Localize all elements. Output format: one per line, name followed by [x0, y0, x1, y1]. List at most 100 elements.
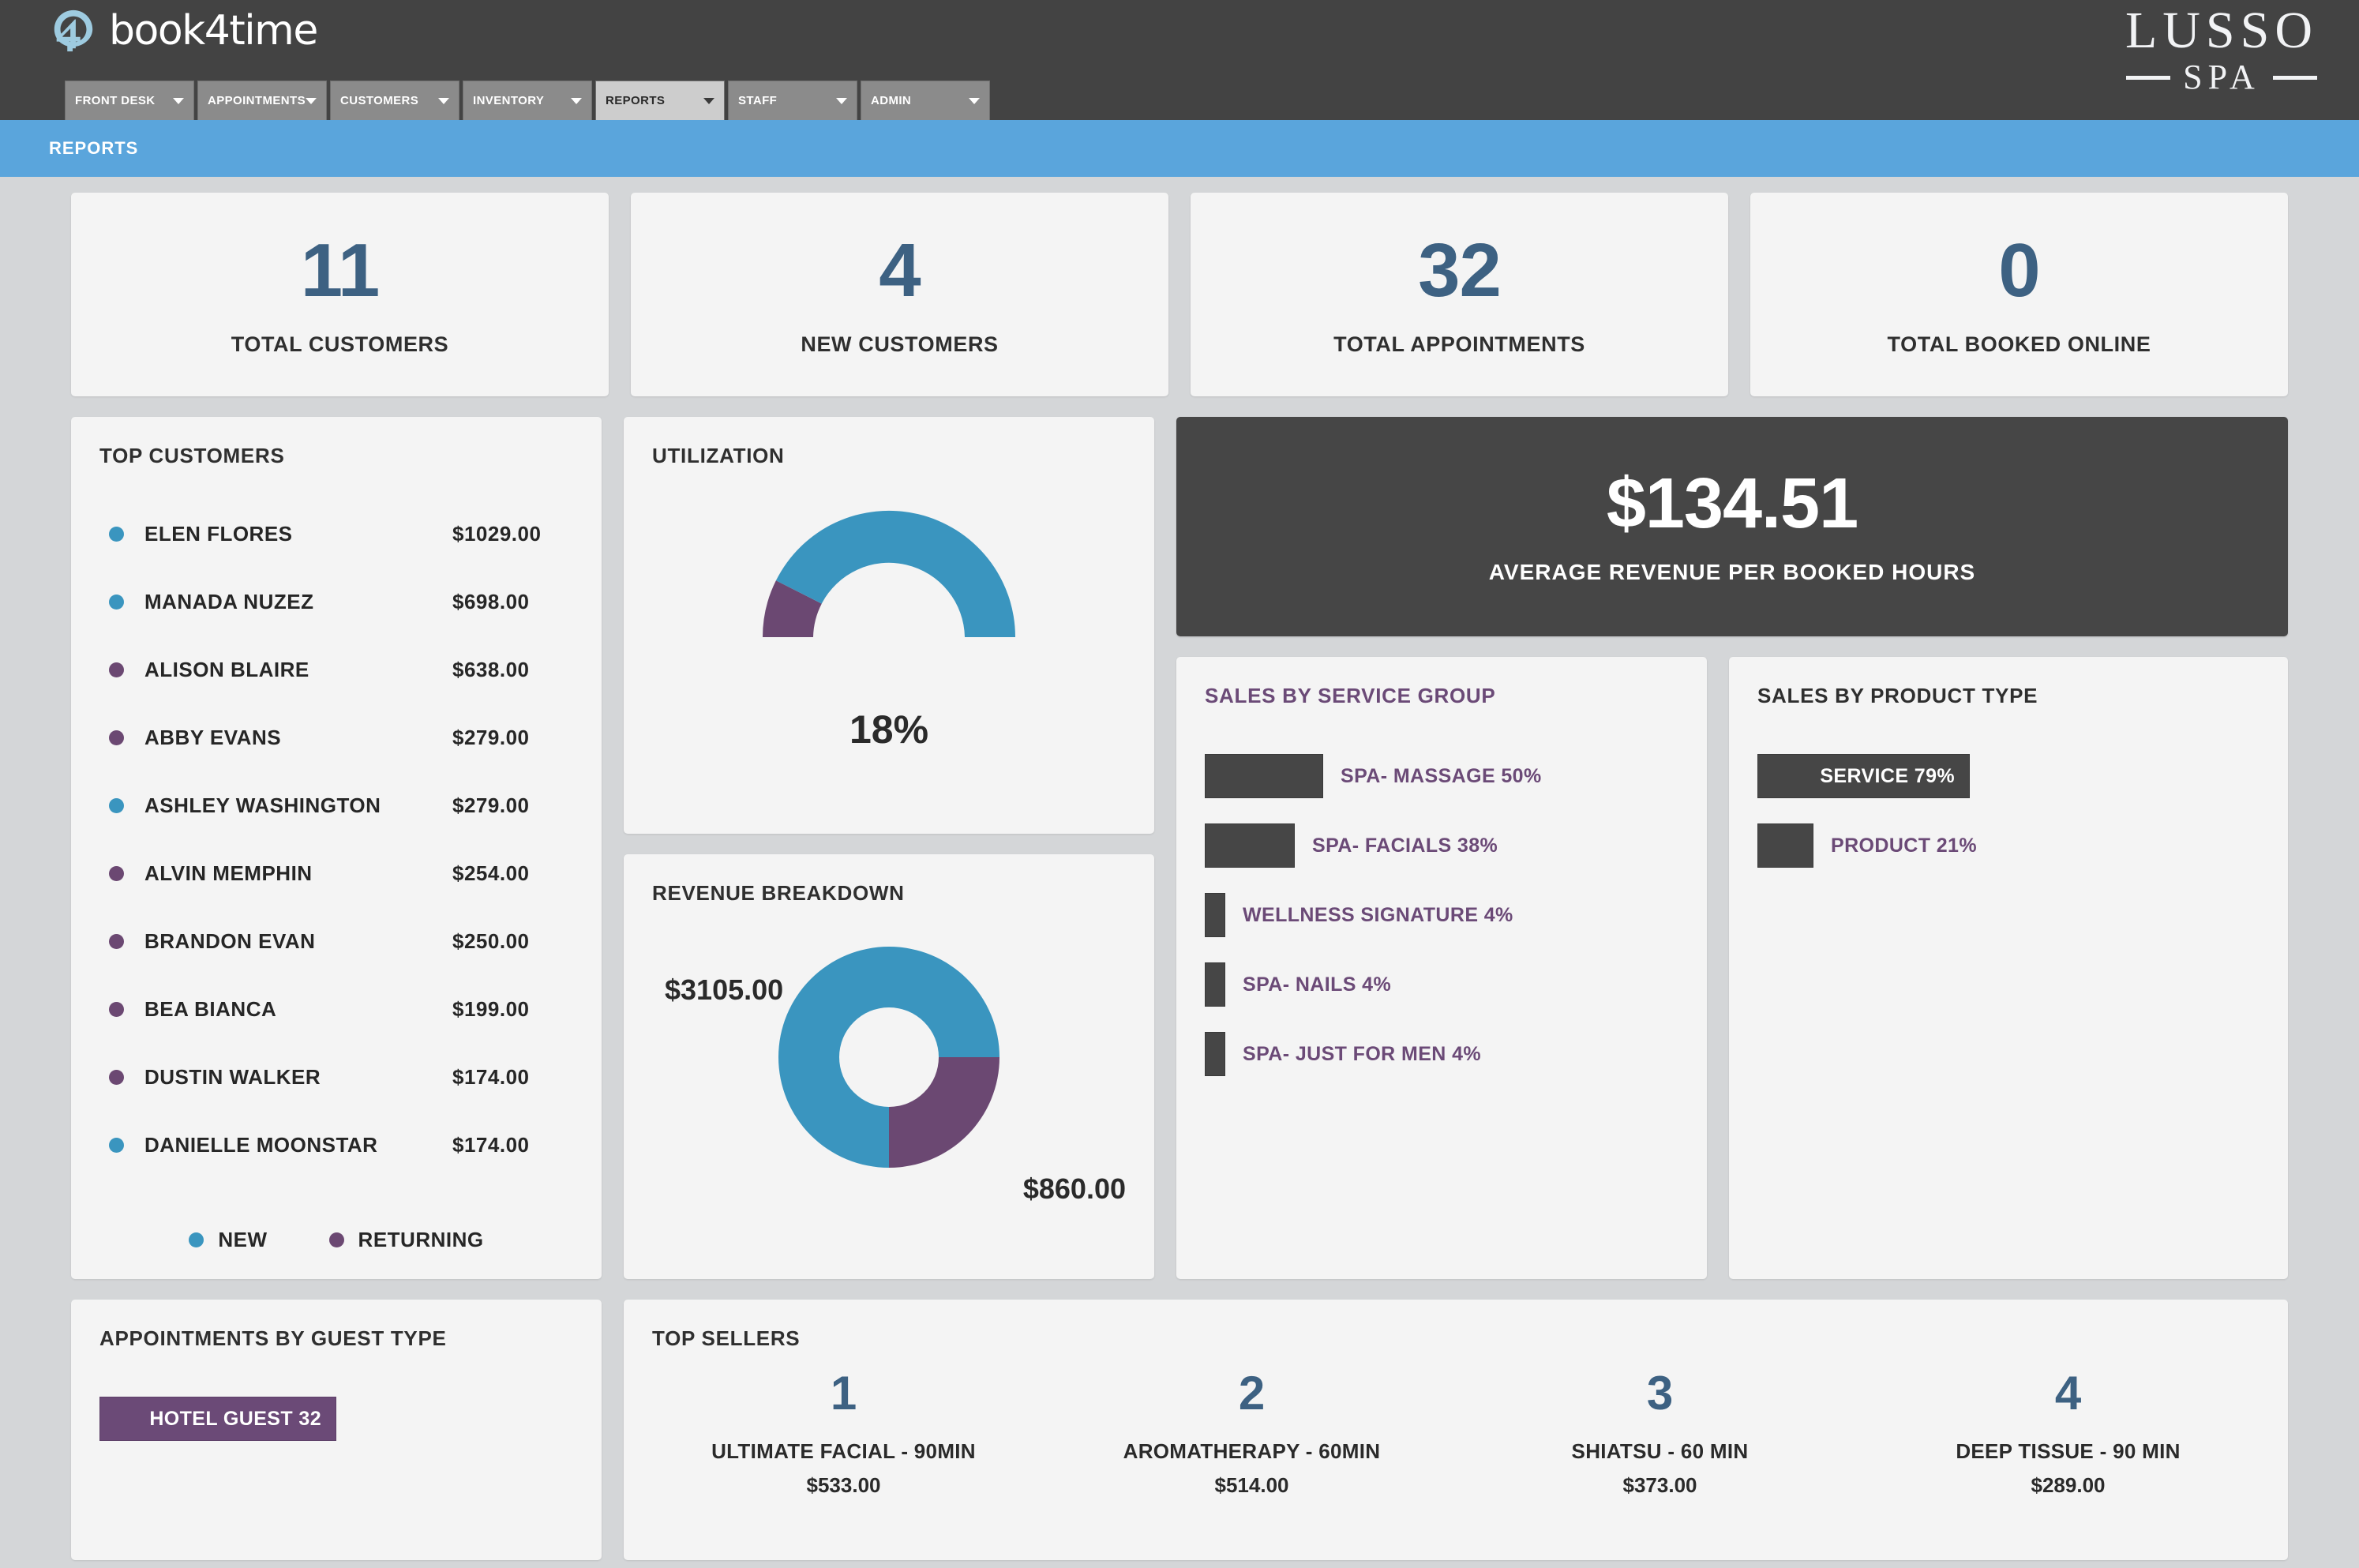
customer-type-dot-icon: [109, 1070, 124, 1085]
top-customers-list: ELEN FLORES$1029.00MANADA NUZEZ$698.00AL…: [71, 468, 602, 1228]
legend-new-dot-icon: [189, 1232, 204, 1247]
average-revenue-card: $134.51 AVERAGE REVENUE PER BOOKED HOURS: [1176, 417, 2288, 636]
customer-amount: $698.00: [452, 590, 529, 614]
bar-row: PRODUCT 21%: [1757, 811, 2260, 880]
kpi-card: 32TOTAL APPOINTMENTS: [1191, 193, 1728, 396]
spa-logo-line2: SPA: [2183, 57, 2260, 98]
customer-type-dot-icon: [109, 730, 124, 745]
customer-row[interactable]: BRANDON EVAN$250.00: [109, 907, 564, 975]
kpi-label: NEW CUSTOMERS: [801, 332, 998, 357]
revenue-label-secondary: $860.00: [1023, 1172, 1126, 1206]
customer-row[interactable]: ELEN FLORES$1029.00: [109, 500, 564, 568]
chevron-down-icon: [571, 98, 582, 104]
top-customers-legend: NEW RETURNING: [71, 1228, 602, 1279]
customer-type-dot-icon: [109, 798, 124, 813]
nav-tab-staff[interactable]: STAFF: [728, 81, 857, 120]
appointments-by-guest-type-card: APPOINTMENTS BY GUEST TYPE HOTEL GUEST 3…: [71, 1300, 602, 1560]
bar-fill: [1757, 823, 1813, 868]
top-seller-name: SHIATSU - 60 MIN: [1456, 1439, 1864, 1464]
customer-row[interactable]: ASHLEY WASHINGTON$279.00: [109, 771, 564, 839]
bar-fill: [1205, 893, 1225, 937]
legend-returning-dot-icon: [329, 1232, 344, 1247]
chevron-down-icon: [306, 98, 317, 104]
sales-by-product-type-card: SALES BY PRODUCT TYPE SERVICE 79% PRODUCT…: [1729, 657, 2288, 1279]
sales-by-product-type-title: SALES BY PRODUCT TYPE: [1729, 657, 2288, 708]
revenue-breakdown-title: REVENUE BREAKDOWN: [624, 854, 1154, 906]
revenue-donut-area: $3105.00 $860.00: [624, 906, 1154, 1245]
customer-row[interactable]: BEA BIANCA$199.00: [109, 975, 564, 1043]
top-sellers-card: TOP SELLERS 1ULTIMATE FACIAL - 90MIN$533…: [624, 1300, 2288, 1560]
customer-amount: $199.00: [452, 997, 529, 1022]
top-seller-price: $514.00: [1048, 1473, 1456, 1498]
bar-row: HOTEL GUEST 32: [99, 1384, 573, 1454]
customer-row[interactable]: DUSTIN WALKER$174.00: [109, 1043, 564, 1111]
customer-row[interactable]: DANIELLE MOONSTAR$174.00: [109, 1111, 564, 1179]
customer-type-dot-icon: [109, 934, 124, 949]
appointments-by-guest-type-title: APPOINTMENTS BY GUEST TYPE: [71, 1300, 602, 1351]
nav-tab-inventory[interactable]: INVENTORY: [463, 81, 592, 120]
sales-by-product-type-bars: SERVICE 79% PRODUCT 21%: [1729, 708, 2288, 880]
customer-amount: $638.00: [452, 658, 529, 682]
breadcrumb-label: REPORTS: [49, 138, 138, 159]
kpi-label: TOTAL BOOKED ONLINE: [1888, 332, 2151, 357]
kpi-value: 4: [879, 233, 920, 309]
top-seller-rank: 1: [639, 1370, 1048, 1417]
nav-tab-appointments[interactable]: APPOINTMENTS: [197, 81, 327, 120]
kpi-label: TOTAL APPOINTMENTS: [1333, 332, 1585, 357]
top-seller-rank: 2: [1048, 1370, 1456, 1417]
book4time-logo-icon: [49, 6, 98, 55]
legend-returning: RETURNING: [329, 1228, 484, 1252]
bar-label: SPA- JUST FOR MEN 4%: [1243, 1043, 1481, 1066]
nav-tab-reports[interactable]: REPORTS: [595, 81, 725, 120]
legend-new: NEW: [189, 1228, 267, 1252]
customer-name: ASHLEY WASHINGTON: [144, 793, 452, 818]
customer-row[interactable]: MANADA NUZEZ$698.00: [109, 568, 564, 636]
brand-logo: book4time: [49, 6, 317, 55]
breadcrumb-bar: REPORTS: [0, 120, 2359, 177]
customer-type-dot-icon: [109, 595, 124, 610]
app-header: book4time LUSSO SPA FRONT DESKAPPOINTMEN…: [0, 0, 2359, 120]
customer-name: ABBY EVANS: [144, 726, 452, 750]
nav-tab-label: STAFF: [738, 94, 836, 107]
customer-name: ALVIN MEMPHIN: [144, 861, 452, 886]
top-seller-item: 4DEEP TISSUE - 90 MIN$289.00: [1864, 1370, 2272, 1498]
top-seller-rank: 3: [1456, 1370, 1864, 1417]
bar-row: SPA- MASSAGE 50%: [1205, 741, 1678, 811]
revenue-breakdown-card: REVENUE BREAKDOWN $3105.00 $860.00: [624, 854, 1154, 1279]
customer-amount: $174.00: [452, 1133, 529, 1157]
customer-row[interactable]: ALVIN MEMPHIN$254.00: [109, 839, 564, 907]
customer-row[interactable]: ALISON BLAIRE$638.00: [109, 636, 564, 703]
revenue-donut-chart: [771, 939, 1007, 1176]
customer-type-dot-icon: [109, 662, 124, 677]
bar-fill: HOTEL GUEST 32: [99, 1397, 336, 1441]
nav-tab-customers[interactable]: CUSTOMERS: [330, 81, 459, 120]
top-sellers-grid: 1ULTIMATE FACIAL - 90MIN$533.002AROMATHE…: [624, 1351, 2288, 1498]
sales-panels-row: SALES BY SERVICE GROUP SPA- MASSAGE 50% S…: [1176, 657, 2288, 1279]
nav-tab-front-desk[interactable]: FRONT DESK: [65, 81, 194, 120]
bar-inline-label: SERVICE 79%: [1820, 765, 1955, 788]
chevron-down-icon: [173, 98, 184, 104]
logo-dash-left: [2126, 76, 2170, 80]
bar-row: SERVICE 79%: [1757, 741, 2260, 811]
customer-row[interactable]: ABBY EVANS$279.00: [109, 703, 564, 771]
kpi-card: 0TOTAL BOOKED ONLINE: [1750, 193, 2288, 396]
sales-by-service-group-title: SALES BY SERVICE GROUP: [1176, 657, 1707, 708]
customer-amount: $174.00: [452, 1065, 529, 1090]
bar-label: SPA- MASSAGE 50%: [1341, 765, 1542, 788]
kpi-card: 4 NEW CUSTOMERS: [631, 193, 1168, 396]
customer-amount: $254.00: [452, 861, 529, 886]
bar-label: SPA- NAILS 4%: [1243, 973, 1391, 996]
kpi-value: 11: [301, 233, 379, 309]
top-customers-card: TOP CUSTOMERS ELEN FLORES$1029.00MANADA …: [71, 417, 602, 1279]
customer-amount: $279.00: [452, 793, 529, 818]
legend-new-label: NEW: [218, 1228, 267, 1252]
kpi-label: TOTAL CUSTOMERS: [231, 332, 449, 357]
nav-tab-admin[interactable]: ADMIN: [861, 81, 990, 120]
kpi-row: 11 TOTAL CUSTOMERS 4 NEW CUSTOMERS 32TOTAL A…: [71, 193, 2288, 396]
bar-fill: [1205, 823, 1295, 868]
nav-tab-label: APPOINTMENTS: [208, 94, 306, 107]
top-seller-rank: 4: [1864, 1370, 2272, 1417]
customer-amount: $250.00: [452, 929, 529, 954]
utilization-card: UTILIZATION 18%: [624, 417, 1154, 834]
revenue-label-primary: $3105.00: [665, 973, 783, 1007]
